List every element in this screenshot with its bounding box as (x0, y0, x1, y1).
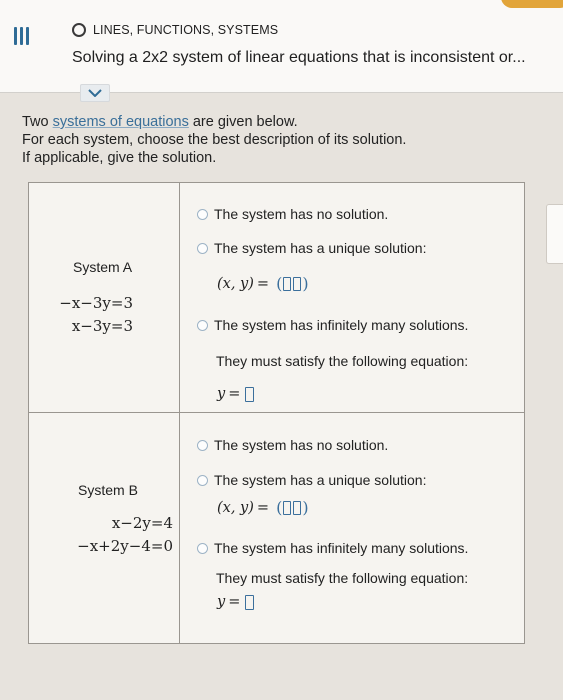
system-a-option-no-solution[interactable]: The system has no solution. (197, 206, 388, 222)
y-input[interactable] (293, 276, 302, 291)
option-label: The system has no solution. (214, 437, 389, 453)
option-label: The system has a unique solution: (214, 240, 427, 256)
radio-button[interactable] (197, 439, 208, 451)
system-a-unique-answer: (x, y) = () (217, 274, 309, 293)
equation: −x+2y−4=0 (77, 537, 173, 555)
intro-line-2: For each system, choose the best descrip… (22, 132, 407, 148)
radio-button[interactable] (197, 208, 208, 220)
system-b-option-no-solution[interactable]: The system has no solution. (197, 437, 388, 453)
equals-sign: = (256, 499, 270, 516)
equation: −x−3y=3 (59, 294, 133, 312)
menu-icon[interactable] (12, 27, 32, 45)
ordered-pair-label: (x, y) (217, 275, 254, 292)
page-title: Solving a 2x2 system of linear equations… (72, 49, 526, 66)
intro-line-3: If applicable, give the solution. (22, 150, 217, 166)
chevron-down-icon (88, 89, 102, 97)
x-input[interactable] (283, 276, 292, 291)
radio-button[interactable] (197, 474, 208, 486)
problem-intro: Two systems of equations are given below… (22, 113, 406, 167)
radio-button[interactable] (197, 242, 208, 254)
system-a-infinite-answer: y = (217, 386, 255, 402)
system-a-label: System A (73, 259, 133, 275)
ordered-pair-input[interactable]: () (276, 498, 309, 517)
system-b-label: System B (78, 482, 138, 498)
brand-logo (501, 0, 563, 8)
option-label: The system has infinitely many solutions… (214, 540, 469, 556)
option-label: The system has no solution. (214, 206, 389, 222)
equals-sign: = (228, 386, 241, 402)
radio-button[interactable] (197, 542, 208, 554)
systems-of-equations-link[interactable]: systems of equations (53, 114, 189, 130)
system-b-equations: x−2y=4 −x+2y−4=0 (53, 512, 173, 558)
ordered-pair-label: (x, y) (217, 499, 254, 516)
system-b-option-unique[interactable]: The system has a unique solution: (197, 472, 426, 488)
ordered-pair-input[interactable]: () (276, 274, 309, 293)
side-panel-tab[interactable] (546, 204, 563, 264)
system-a-option-unique[interactable]: The system has a unique solution: (197, 240, 426, 256)
system-b-unique-answer: (x, y) = () (217, 498, 309, 517)
system-a-infinite-instruction: They must satisfy the following equation… (216, 353, 469, 369)
intro-text: Two (22, 114, 53, 130)
option-label: The system has a unique solution: (214, 472, 427, 488)
equals-sign: = (228, 594, 241, 610)
topic-label: LINES, FUNCTIONS, SYSTEMS (93, 23, 279, 37)
equation-input[interactable] (245, 594, 255, 610)
equation-lhs: y (217, 594, 226, 610)
system-b-infinite-instruction: They must satisfy the following equation… (216, 570, 469, 586)
system-a-option-infinite[interactable]: The system has infinitely many solutions… (197, 317, 468, 333)
expand-button[interactable] (80, 84, 110, 102)
radio-button[interactable] (197, 319, 208, 331)
option-label: The system has infinitely many solutions… (214, 317, 469, 333)
equals-sign: = (256, 275, 270, 292)
system-a-equations: −x−3y=3 x−3y=3 (53, 292, 133, 338)
equation: x−2y=4 (111, 514, 173, 532)
equation-input[interactable] (245, 386, 255, 402)
row-divider (29, 412, 524, 413)
topic-row: LINES, FUNCTIONS, SYSTEMS (72, 23, 278, 37)
systems-table: System A −x−3y=3 x−3y=3 The system has n… (28, 182, 525, 644)
equation-lhs: y (217, 386, 226, 402)
x-input[interactable] (283, 500, 292, 515)
system-b-option-infinite[interactable]: The system has infinitely many solutions… (197, 540, 468, 556)
intro-text: are given below. (188, 114, 298, 130)
header-bar: LINES, FUNCTIONS, SYSTEMS Solving a 2x2 … (0, 0, 563, 93)
system-b-infinite-answer: y = (217, 594, 255, 610)
y-input[interactable] (293, 500, 302, 515)
equation: x−3y=3 (71, 317, 133, 335)
column-divider (179, 183, 180, 643)
circle-icon (72, 23, 86, 37)
